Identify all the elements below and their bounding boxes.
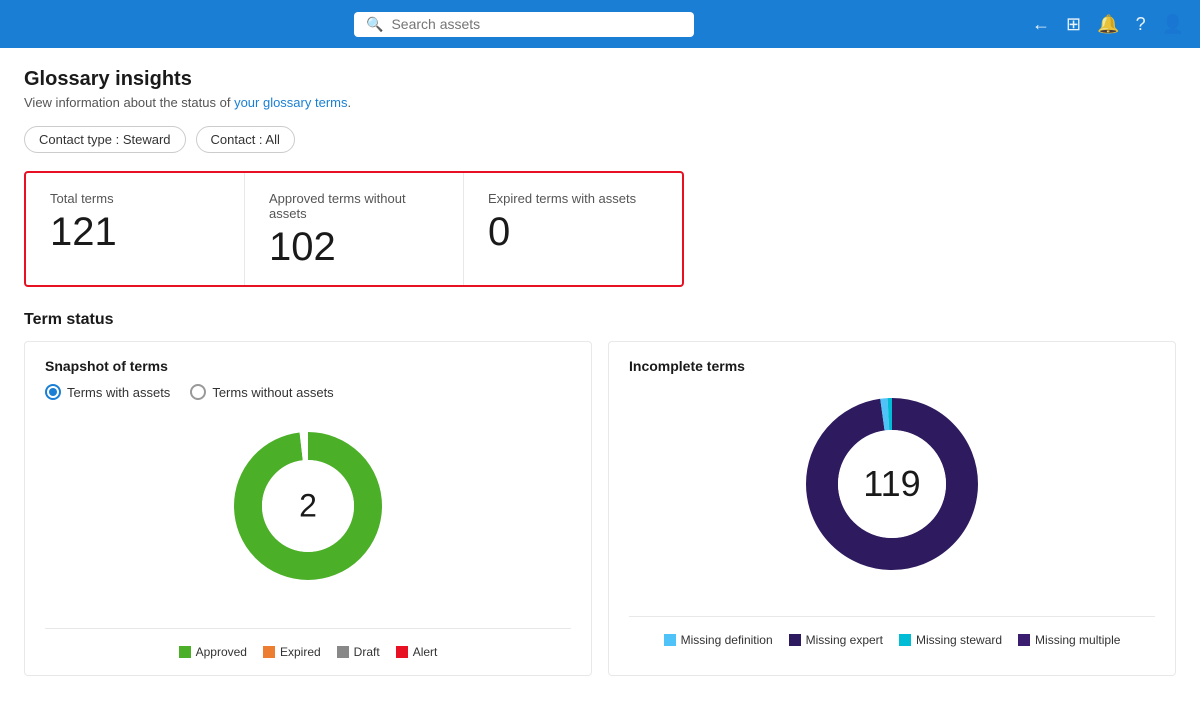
- legend-missing-expert-icon: [789, 634, 801, 646]
- incomplete-card: Incomplete terms 119: [608, 341, 1176, 676]
- total-terms-label: Total terms: [50, 191, 220, 206]
- snapshot-legend: Approved Expired Draft Alert: [45, 645, 571, 659]
- back-nav-icon[interactable]: ←: [1032, 14, 1050, 35]
- expired-terms-label: Expired terms with assets: [488, 191, 658, 206]
- radio-circle-unselected: [190, 384, 206, 400]
- charts-row: Snapshot of terms Terms with assets Term…: [24, 341, 1176, 676]
- contact-type-chip[interactable]: Contact type : Steward: [24, 126, 186, 153]
- radio-circle-selected: [45, 384, 61, 400]
- snapshot-donut-container: 2: [45, 416, 571, 612]
- legend-missing-def-icon: [664, 634, 676, 646]
- legend-missing-expert: Missing expert: [789, 633, 883, 647]
- bell-icon[interactable]: 🔔: [1097, 14, 1119, 35]
- user-icon[interactable]: 👤: [1162, 14, 1184, 35]
- snapshot-title: Snapshot of terms: [45, 358, 571, 374]
- filter-chips: Contact type : Steward Contact : All: [24, 126, 1176, 153]
- legend-missing-definition: Missing definition: [664, 633, 773, 647]
- expired-terms-card: Expired terms with assets 0: [464, 173, 682, 285]
- legend-alert: Alert: [396, 645, 438, 659]
- search-icon: 🔍: [366, 16, 383, 33]
- legend-draft: Draft: [337, 645, 380, 659]
- stats-container: Total terms 121 Approved terms without a…: [24, 171, 684, 287]
- radio-terms-without-assets[interactable]: Terms without assets: [190, 384, 333, 400]
- snapshot-center-value: 2: [299, 488, 317, 525]
- help-icon[interactable]: ?: [1136, 14, 1146, 35]
- search-box[interactable]: 🔍: [354, 12, 694, 37]
- legend-alert-icon: [396, 646, 408, 658]
- topbar-center: 🔍: [16, 12, 1032, 37]
- legend-missing-steward-icon: [899, 634, 911, 646]
- grid-icon[interactable]: ⊞: [1066, 14, 1081, 35]
- legend-expired-icon: [263, 646, 275, 658]
- legend-approved-icon: [179, 646, 191, 658]
- page-subtitle: View information about the status of you…: [24, 95, 1176, 110]
- incomplete-donut-wrapper: 119: [802, 394, 982, 574]
- snapshot-donut-wrapper: 2: [228, 426, 388, 586]
- contact-chip[interactable]: Contact : All: [196, 126, 295, 153]
- term-status-title: Term status: [24, 311, 1176, 329]
- main-content: Glossary insights View information about…: [0, 48, 1200, 707]
- page-title: Glossary insights: [24, 68, 1176, 91]
- topbar: 🔍 ← ⊞ 🔔 ? 👤: [0, 0, 1200, 48]
- legend-missing-multiple-icon: [1018, 634, 1030, 646]
- term-status-section: Term status Snapshot of terms Terms with…: [24, 311, 1176, 676]
- incomplete-title: Incomplete terms: [629, 358, 1155, 374]
- incomplete-center-value: 119: [863, 463, 920, 505]
- expired-terms-value: 0: [488, 212, 658, 252]
- legend-missing-steward: Missing steward: [899, 633, 1002, 647]
- radio-terms-with-assets[interactable]: Terms with assets: [45, 384, 170, 400]
- legend-approved: Approved: [179, 645, 247, 659]
- search-input[interactable]: [391, 16, 682, 32]
- approved-terms-card: Approved terms without assets 102: [245, 173, 464, 285]
- snapshot-divider: [45, 628, 571, 629]
- incomplete-divider: [629, 616, 1155, 617]
- total-terms-card: Total terms 121: [26, 173, 245, 285]
- page-header: Glossary insights View information about…: [24, 68, 1176, 110]
- legend-missing-multiple: Missing multiple: [1018, 633, 1120, 647]
- total-terms-value: 121: [50, 212, 220, 252]
- incomplete-legend: Missing definition Missing expert Missin…: [629, 633, 1155, 647]
- incomplete-donut-container: 119: [629, 384, 1155, 600]
- radio-group: Terms with assets Terms without assets: [45, 384, 571, 400]
- subtitle-link[interactable]: your glossary terms: [234, 95, 347, 110]
- legend-expired: Expired: [263, 645, 321, 659]
- approved-terms-label: Approved terms without assets: [269, 191, 439, 221]
- approved-terms-value: 102: [269, 227, 439, 267]
- snapshot-card: Snapshot of terms Terms with assets Term…: [24, 341, 592, 676]
- legend-draft-icon: [337, 646, 349, 658]
- topbar-icons: ← ⊞ 🔔 ? 👤: [1032, 14, 1184, 35]
